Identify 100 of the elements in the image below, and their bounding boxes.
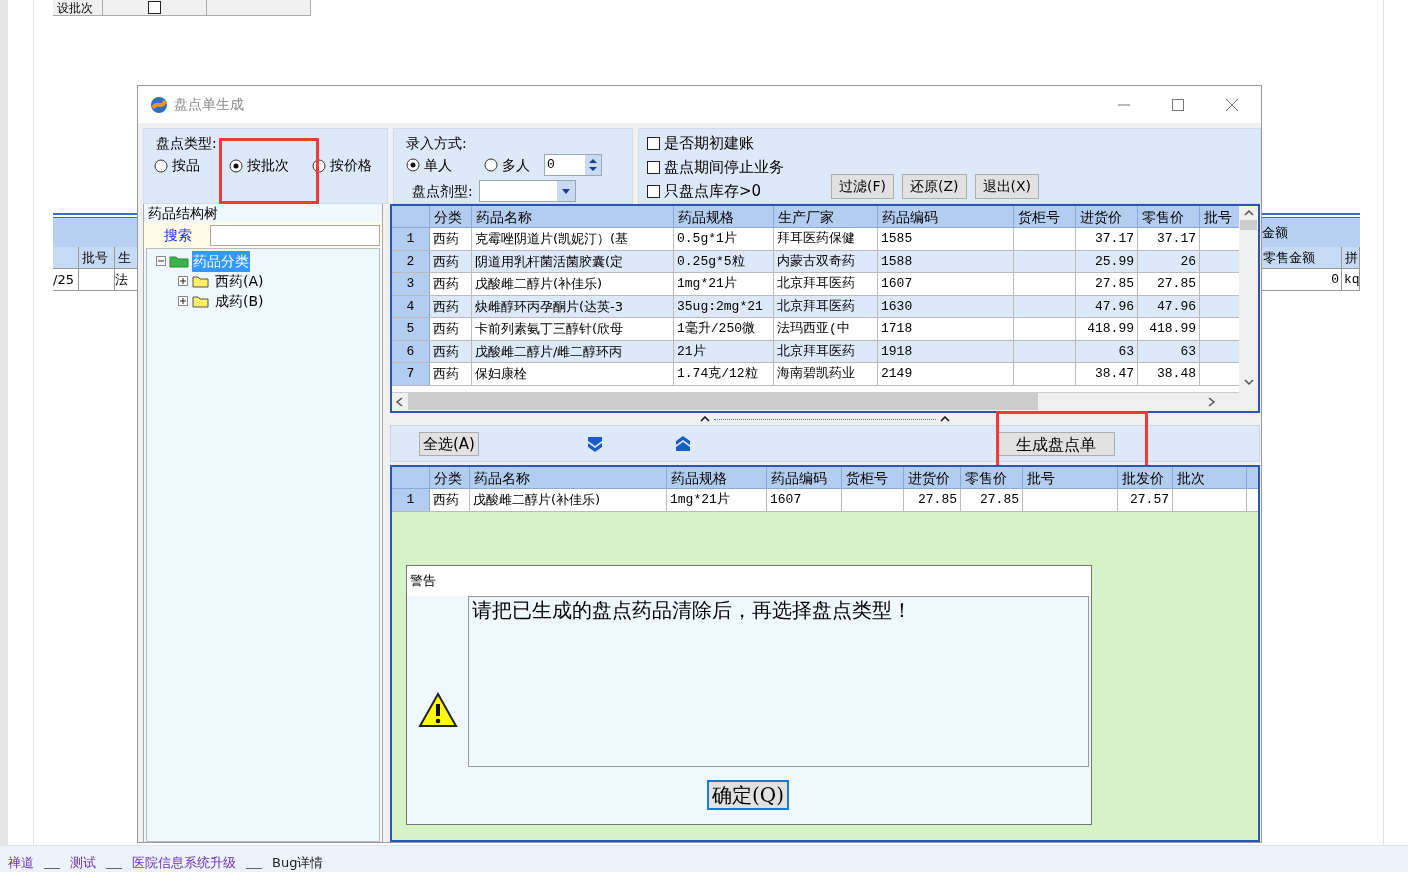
collapse-icon[interactable]: [156, 256, 166, 266]
message-text: 请把已生成的盘点药品清除后，再选择盘点类型！: [468, 595, 1089, 767]
expand-icon[interactable]: [178, 296, 188, 306]
table-cell: 38.48: [1138, 363, 1200, 385]
row-number: 4: [392, 295, 430, 317]
select-all-button[interactable]: 全选(A): [419, 431, 479, 456]
column-header[interactable]: 药品编码: [878, 206, 1014, 227]
breadcrumb-link[interactable]: 测试: [70, 854, 96, 872]
checkbox[interactable]: [647, 160, 660, 174]
splitter-caret-icon: [940, 416, 950, 422]
column-header[interactable]: 批发价: [1118, 467, 1173, 488]
table-cell: 保妇康栓: [472, 363, 674, 385]
toolbar-button[interactable]: 退出(X): [974, 174, 1039, 199]
generate-button[interactable]: 生成盘点单: [996, 431, 1115, 456]
search-field[interactable]: [210, 224, 380, 246]
breadcrumb-link[interactable]: 医院信息系统升级: [132, 854, 236, 872]
row-number: 3: [392, 273, 430, 295]
table-cell: 1588: [878, 250, 1014, 272]
radio-label[interactable]: 按价格: [330, 155, 372, 176]
column-header[interactable]: 药品编码: [767, 467, 842, 488]
move-up-icon[interactable]: [673, 434, 692, 453]
panel-title: 药品结构树: [147, 204, 219, 222]
field-label: 盘点剂型:: [412, 181, 473, 201]
table-cell: 1mg*21片: [674, 273, 774, 295]
column-header[interactable]: 分类: [430, 206, 472, 227]
table-cell: 37.17: [1138, 228, 1200, 250]
table-cell: 海南碧凯药业: [774, 363, 878, 385]
row-number: 1: [392, 489, 430, 511]
toolbar-button[interactable]: 还原(Z): [902, 174, 967, 199]
table-cell: 西药: [430, 489, 470, 511]
column-header[interactable]: 生产厂家: [774, 206, 878, 227]
column-header[interactable]: 药品名称: [472, 206, 674, 227]
checkbox-label[interactable]: 盘点期间停止业务: [664, 155, 784, 179]
splitter-caret-icon: [700, 416, 710, 422]
column-header[interactable]: 零售价: [961, 467, 1023, 488]
radio-label[interactable]: 多人: [502, 154, 530, 176]
number-spinner[interactable]: 0: [544, 154, 602, 176]
checkbox-label[interactable]: 是否期初建账: [664, 131, 754, 155]
radio-button[interactable]: [229, 158, 243, 173]
table-cell: 西药: [430, 318, 472, 340]
breadcrumb-link[interactable]: 禅道: [8, 854, 34, 872]
radio-button[interactable]: [154, 158, 168, 173]
radio-label[interactable]: 单人: [424, 154, 452, 176]
radio-button[interactable]: [406, 158, 420, 172]
toolbar-button[interactable]: 过滤(F): [831, 174, 894, 199]
checkbox[interactable]: [647, 184, 660, 198]
table-cell: 戊酸雌二醇片/雌二醇环丙: [472, 340, 674, 362]
scrollbar-thumb[interactable]: [408, 393, 1038, 410]
spinner-arrows-icon: [585, 155, 601, 175]
move-down-icon[interactable]: [585, 434, 604, 453]
table-cell: 1.74克/12粒: [674, 363, 774, 385]
column-header[interactable]: 进货价: [904, 467, 961, 488]
table-cell: 北京拜耳医药: [774, 273, 878, 295]
table-cell: 27.85: [961, 489, 1023, 511]
column-header[interactable]: 货柜号: [1014, 206, 1076, 227]
scrollbar-thumb[interactable]: [1240, 220, 1257, 230]
app-logo-icon: [150, 95, 168, 114]
maximize-icon[interactable]: [1171, 97, 1185, 112]
column-header[interactable]: 批次: [1173, 467, 1247, 488]
table-cell: 25.99: [1076, 250, 1138, 272]
table-cell: 法玛西亚(中: [774, 318, 878, 340]
tree-item[interactable]: 成药(B): [214, 290, 265, 312]
column-header[interactable]: 药品名称: [470, 467, 667, 488]
column-header[interactable]: 货柜号: [842, 467, 904, 488]
dialog-title: 警告: [410, 571, 436, 590]
table-cell: 47.96: [1138, 295, 1200, 317]
table-cell: 炔雌醇环丙孕酮片(达英-3: [472, 295, 674, 317]
folder-icon: [191, 274, 211, 288]
table-cell: 克霉唑阴道片(凯妮汀）(基: [472, 228, 674, 250]
table-cell: /25: [53, 269, 79, 290]
column-header[interactable]: 药品规格: [674, 206, 774, 227]
table-cell: 0.5g*1片: [674, 228, 774, 250]
close-icon[interactable]: [1225, 97, 1239, 112]
row-number: 2: [392, 250, 430, 272]
window-title: 盘点单生成: [174, 95, 244, 114]
column-header[interactable]: 药品规格: [667, 467, 767, 488]
column-header: 批号: [79, 247, 115, 268]
tree-item[interactable]: 西药(A): [214, 270, 265, 292]
table-cell: 418.99: [1076, 318, 1138, 340]
radio-button[interactable]: [484, 158, 498, 172]
table-cell: 北京拜耳医药: [774, 340, 878, 362]
checkbox[interactable]: [647, 136, 660, 150]
table-cell: 1718: [878, 318, 1014, 340]
table-cell: 37.17: [1076, 228, 1138, 250]
radio-button[interactable]: [312, 158, 326, 173]
table-cell: 阴道用乳杆菌活菌胶囊(定: [472, 250, 674, 272]
column-header[interactable]: 分类: [430, 467, 470, 488]
field-label: 录入方式:: [406, 134, 467, 152]
checkbox-label[interactable]: 只盘点库存>0: [664, 179, 762, 203]
table-cell: 21片: [674, 340, 774, 362]
expand-icon[interactable]: [178, 276, 188, 286]
column-header[interactable]: 进货价: [1076, 206, 1138, 227]
table-cell: 1630: [878, 295, 1014, 317]
radio-label[interactable]: 按批次: [247, 155, 289, 176]
table-cell: 西药: [430, 363, 472, 385]
column-header[interactable]: 零售价: [1138, 206, 1200, 227]
radio-label[interactable]: 按品: [172, 155, 200, 176]
ok-button[interactable]: 确定(Q): [707, 779, 789, 810]
column-header[interactable]: 批号: [1023, 467, 1118, 488]
checkbox[interactable]: [148, 1, 161, 14]
